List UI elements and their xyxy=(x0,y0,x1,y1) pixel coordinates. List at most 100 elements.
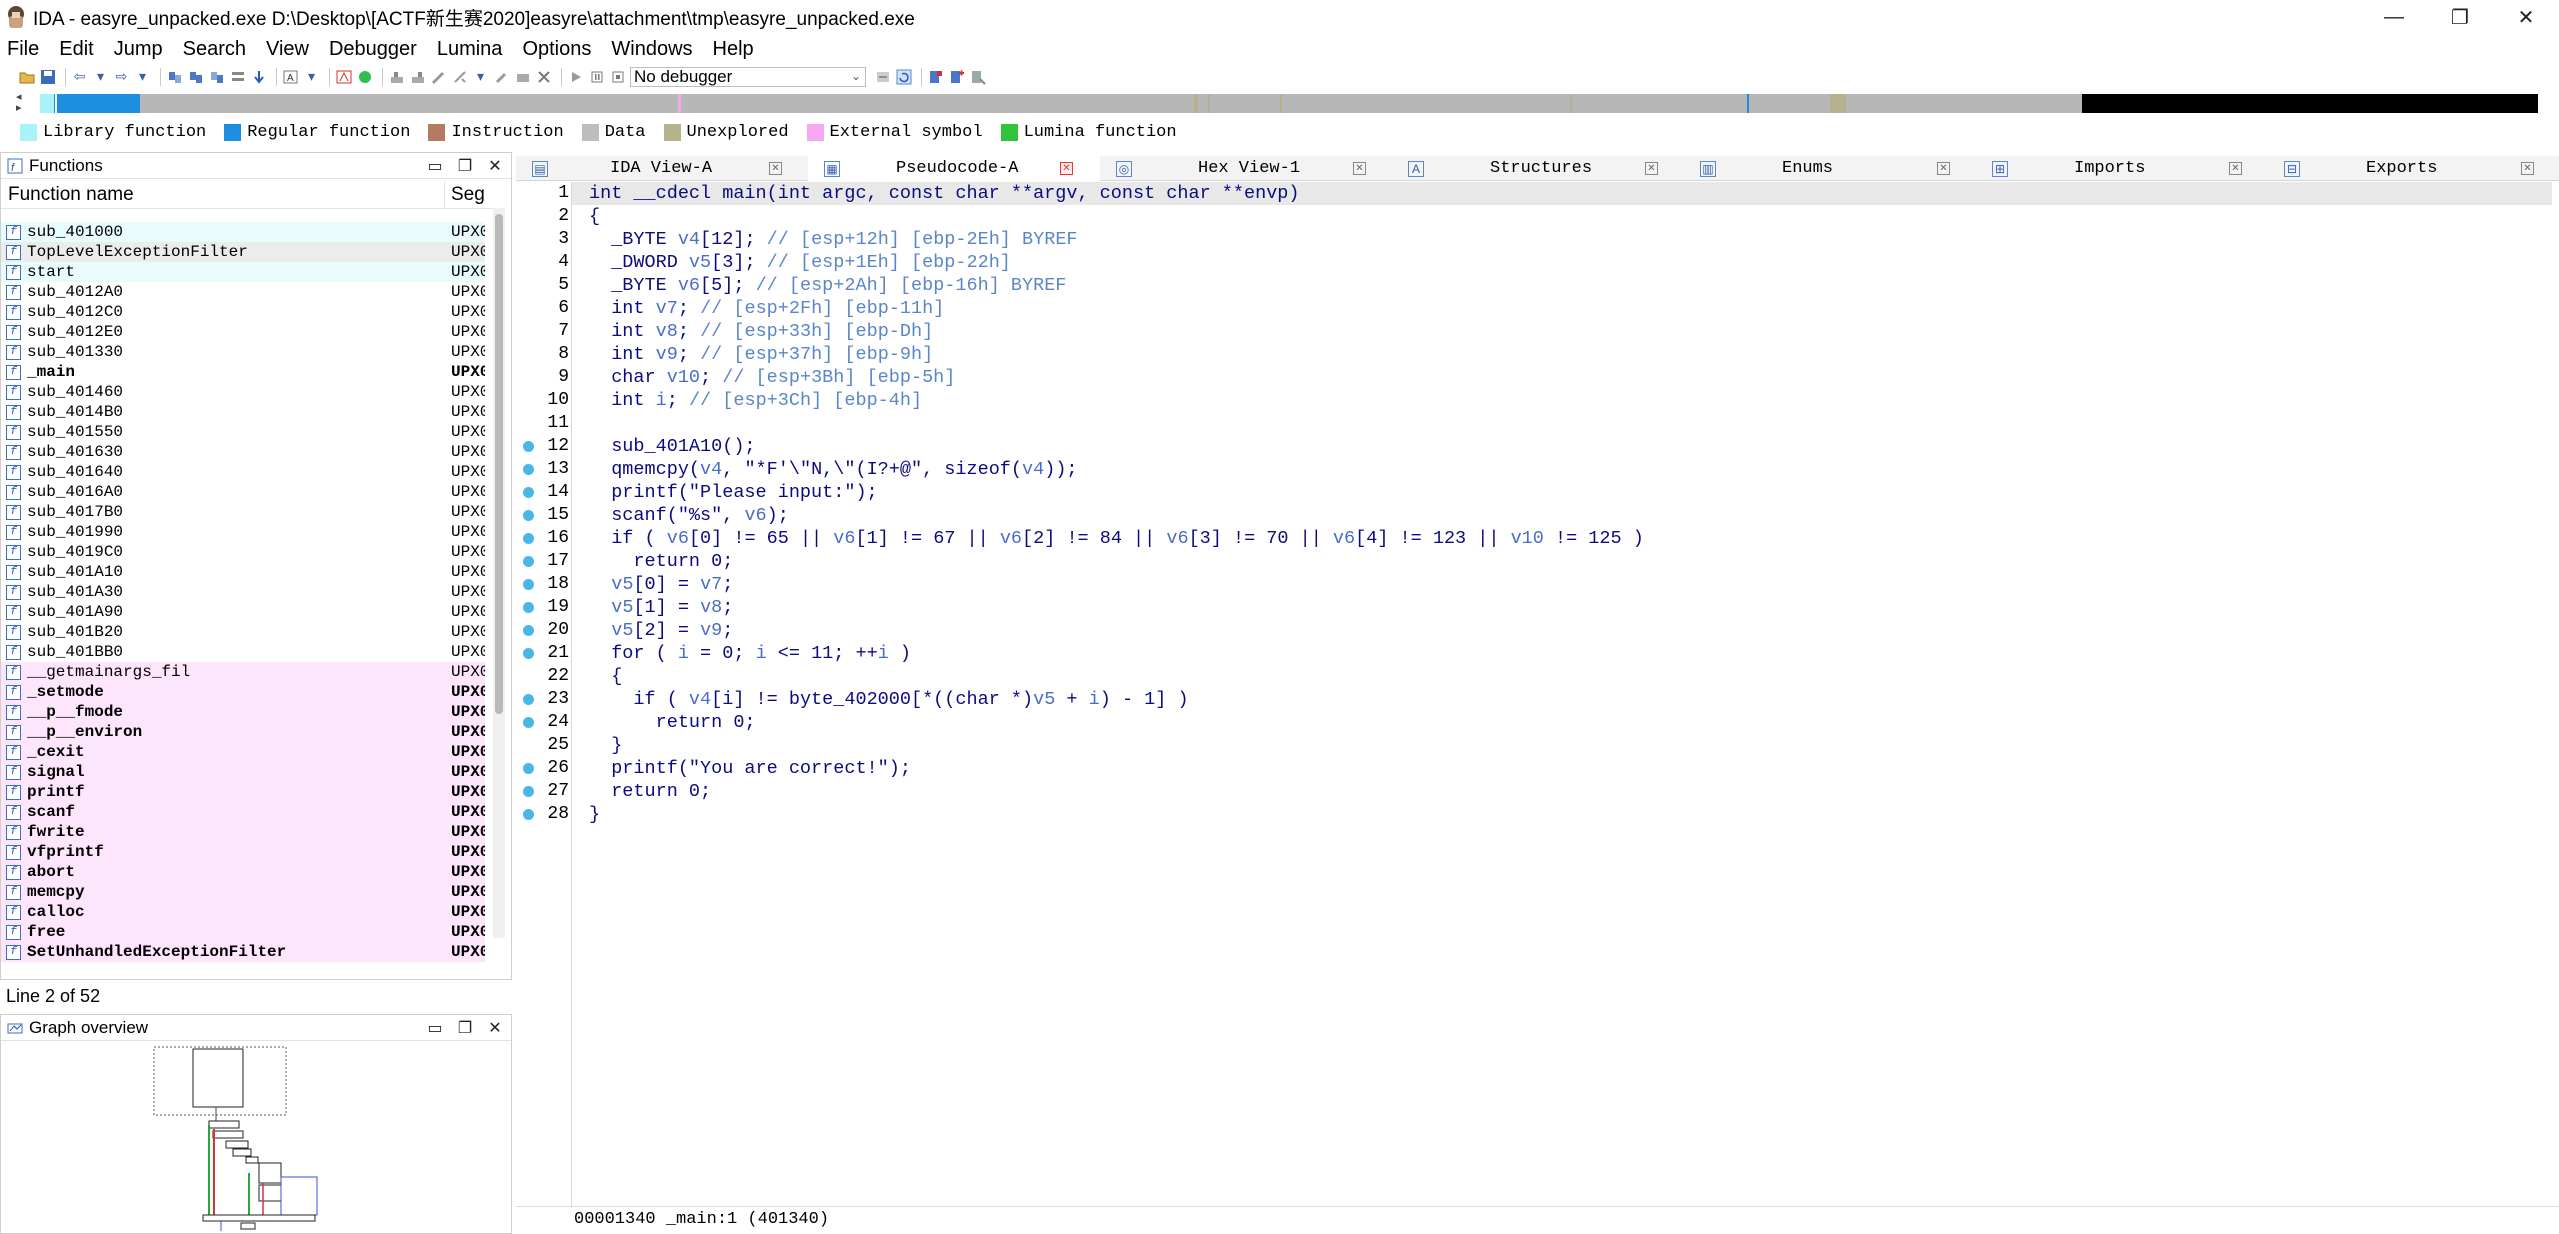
code-line[interactable]: for ( i = 0; i <= 11; ++i ) xyxy=(572,642,911,665)
pause-icon[interactable] xyxy=(588,68,605,85)
code-line[interactable]: { xyxy=(572,665,622,688)
nav-scroll-arrows[interactable]: ◂ ▸ xyxy=(0,92,36,115)
tab-close-icon[interactable]: ✕ xyxy=(2521,162,2534,175)
breakpoint-dot-icon[interactable] xyxy=(523,648,534,659)
breakpoint-dot-icon[interactable] xyxy=(523,602,534,613)
close-button[interactable]: ✕ xyxy=(2493,0,2559,34)
function-row[interactable]: f sub_4016A0 UPX0 xyxy=(1,482,485,502)
function-row[interactable]: f sub_4012C0 UPX0 xyxy=(1,302,485,322)
code-line[interactable]: printf("You are correct!"); xyxy=(572,757,911,780)
menu-windows[interactable]: Windows xyxy=(611,38,692,61)
function-row[interactable]: f sub_401A30 UPX0 xyxy=(1,582,485,602)
breakpoint-dot-icon[interactable] xyxy=(523,625,534,636)
forward-dropdown-icon[interactable]: ▾ xyxy=(134,68,151,85)
breakpoint-dot-icon[interactable] xyxy=(523,487,534,498)
back-dropdown-icon[interactable]: ▾ xyxy=(92,68,109,85)
breakpoint-dot-icon[interactable] xyxy=(523,579,534,590)
restore-button[interactable]: ❐ xyxy=(2427,0,2493,34)
run-indicator-icon[interactable] xyxy=(356,68,373,85)
maximize-panel-icon[interactable]: ▭ xyxy=(425,156,445,176)
data-icon[interactable] xyxy=(409,68,426,85)
function-row[interactable]: f fwrite UPX0 xyxy=(1,822,485,842)
function-row[interactable]: f sub_4017B0 UPX0 xyxy=(1,502,485,522)
breakpoint-dot-icon[interactable] xyxy=(523,464,534,475)
pseudocode-view[interactable]: 1 2 3 4 5 6 7 8 9 10 11 12 13 14 15 16 17 18 19 20 21 22 23 24 2… xyxy=(516,182,2559,1208)
function-row[interactable]: f printf UPX0 xyxy=(1,782,485,802)
code-line[interactable]: return 0; xyxy=(572,550,733,573)
function-row[interactable]: f sub_401640 UPX0 xyxy=(1,462,485,482)
function-row[interactable]: f sub_4019C0 UPX0 xyxy=(1,542,485,562)
function-row[interactable]: f free UPX0 xyxy=(1,922,485,942)
code-line[interactable]: v5[1] = v8; xyxy=(572,596,733,619)
menu-jump[interactable]: Jump xyxy=(114,38,163,61)
list-icon[interactable] xyxy=(229,68,246,85)
function-row[interactable]: f sub_401630 UPX0 xyxy=(1,442,485,462)
code-line[interactable]: int v9; // [esp+37h] [ebp-9h] xyxy=(572,343,933,366)
function-row[interactable]: f sub_401550 UPX0 xyxy=(1,422,485,442)
minimize-button[interactable]: — xyxy=(2361,0,2427,34)
function-row[interactable]: f sub_401000 UPX0 xyxy=(1,222,485,242)
breakpoint-dot-icon[interactable] xyxy=(523,809,534,820)
tab-ida-view-a[interactable]: ▤ IDA View-A ✕ xyxy=(516,156,808,181)
undefine-dropdown-icon[interactable]: ▾ xyxy=(472,68,489,85)
breakpoint-dot-icon[interactable] xyxy=(523,763,534,774)
function-row[interactable]: f signal UPX0 xyxy=(1,762,485,782)
function-row[interactable]: f _main UPX0 xyxy=(1,362,485,382)
play-icon[interactable] xyxy=(567,68,584,85)
tab-close-icon[interactable]: ✕ xyxy=(1060,162,1073,175)
code-line[interactable]: _BYTE v6[5]; // [esp+2Ah] [ebp-16h] BYRE… xyxy=(572,274,1066,297)
code-line[interactable]: return 0; xyxy=(572,711,756,734)
code-line[interactable]: return 0; xyxy=(572,780,711,803)
tab-close-icon[interactable]: ✕ xyxy=(1645,162,1658,175)
breakpoint-dot-icon[interactable] xyxy=(523,694,534,705)
code-line[interactable]: } xyxy=(572,803,600,826)
string-icon[interactable] xyxy=(430,68,447,85)
open-file-icon[interactable] xyxy=(18,68,35,85)
function-row[interactable]: f sub_401B20 UPX0 xyxy=(1,622,485,642)
function-row[interactable]: f sub_4014B0 UPX0 xyxy=(1,402,485,422)
function-row[interactable]: f __getmainargs_fil UPX0 xyxy=(1,662,485,682)
menu-debugger[interactable]: Debugger xyxy=(329,38,417,61)
back-icon[interactable]: ⇦ xyxy=(71,68,88,85)
lumina-push-icon[interactable] xyxy=(948,68,965,85)
tab-imports[interactable]: ⊞ Imports ✕ xyxy=(1976,156,2268,181)
code-line[interactable]: v5[2] = v9; xyxy=(572,619,733,642)
code-line[interactable] xyxy=(572,412,589,435)
code-line[interactable]: printf("Please input:"); xyxy=(572,481,877,504)
forward-icon[interactable]: ⇨ xyxy=(113,68,130,85)
float-panel-icon[interactable]: ❐ xyxy=(455,1018,475,1038)
search-next-icon[interactable] xyxy=(208,68,225,85)
function-row[interactable]: f scanf UPX0 xyxy=(1,802,485,822)
breakpoint-dot-icon[interactable] xyxy=(523,717,534,728)
refresh-icon[interactable] xyxy=(895,68,912,85)
scrollbar-thumb[interactable] xyxy=(495,214,503,714)
close-panel-icon[interactable]: ✕ xyxy=(485,156,505,176)
menu-view[interactable]: View xyxy=(266,38,309,61)
delete-icon[interactable] xyxy=(535,68,552,85)
code-icon[interactable] xyxy=(388,68,405,85)
breakpoint-dot-icon[interactable] xyxy=(523,441,534,452)
menu-options[interactable]: Options xyxy=(522,38,591,61)
lumina-pull-icon[interactable] xyxy=(927,68,944,85)
function-row[interactable]: f sub_401460 UPX0 xyxy=(1,382,485,402)
code-line[interactable]: qmemcpy(v4, "*F'\"N,\"(I?+@", sizeof(v4)… xyxy=(572,458,1077,481)
tab-structures[interactable]: A Structures ✕ xyxy=(1392,156,1684,181)
function-row[interactable]: f start UPX0 xyxy=(1,262,485,282)
step-down-icon[interactable] xyxy=(250,68,267,85)
breakpoint-dot-icon[interactable] xyxy=(523,556,534,567)
menu-lumina[interactable]: Lumina xyxy=(437,38,503,61)
lumina-settings-icon[interactable] xyxy=(969,68,986,85)
code-line[interactable]: int v8; // [esp+33h] [ebp-Dh] xyxy=(572,320,933,343)
code-line[interactable]: v5[0] = v7; xyxy=(572,573,733,596)
tab-close-icon[interactable]: ✕ xyxy=(769,162,782,175)
function-row[interactable]: f _setmode UPX0 xyxy=(1,682,485,702)
close-panel-icon[interactable]: ✕ xyxy=(485,1018,505,1038)
function-row[interactable]: f TopLevelExceptionFilter UPX0 xyxy=(1,242,485,262)
code-line[interactable]: int v7; // [esp+2Fh] [ebp-11h] xyxy=(572,297,944,320)
graph-view-icon[interactable] xyxy=(335,68,352,85)
function-row[interactable]: f sub_401BB0 UPX0 xyxy=(1,642,485,662)
tab-close-icon[interactable]: ✕ xyxy=(2229,162,2242,175)
code-line[interactable]: if ( v4[i] != byte_402000[*((char *)v5 +… xyxy=(572,688,1188,711)
maximize-panel-icon[interactable]: ▭ xyxy=(425,1018,445,1038)
struct-icon[interactable] xyxy=(514,68,531,85)
